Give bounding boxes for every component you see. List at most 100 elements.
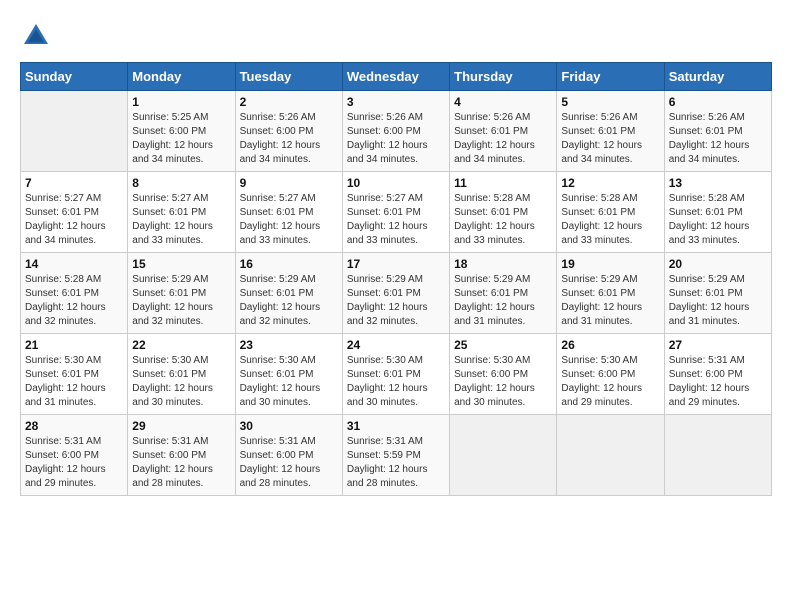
day-number: 7 — [25, 176, 123, 190]
calendar-cell: 27 Sunrise: 5:31 AM Sunset: 6:00 PM Dayli… — [664, 334, 771, 415]
day-info: Sunrise: 5:26 AM Sunset: 6:00 PM Dayligh… — [347, 111, 445, 167]
day-info: Sunrise: 5:29 AM Sunset: 6:01 PM Dayligh… — [347, 273, 445, 329]
calendar-cell: 5 Sunrise: 5:26 AM Sunset: 6:01 PM Daylig… — [557, 91, 664, 172]
day-number: 1 — [132, 95, 230, 109]
calendar-body: 1 Sunrise: 5:25 AM Sunset: 6:00 PM Daylig… — [21, 91, 772, 496]
day-number: 6 — [669, 95, 767, 109]
day-info: Sunrise: 5:30 AM Sunset: 6:00 PM Dayligh… — [454, 354, 552, 410]
day-info: Sunrise: 5:30 AM Sunset: 6:01 PM Dayligh… — [25, 354, 123, 410]
weekday-header: Monday — [128, 63, 235, 91]
calendar-week-row: 28 Sunrise: 5:31 AM Sunset: 6:00 PM Dayli… — [21, 415, 772, 496]
day-number: 10 — [347, 176, 445, 190]
calendar-cell: 31 Sunrise: 5:31 AM Sunset: 5:59 PM Dayli… — [342, 415, 449, 496]
day-number: 24 — [347, 338, 445, 352]
day-info: Sunrise: 5:26 AM Sunset: 6:01 PM Dayligh… — [454, 111, 552, 167]
calendar-cell: 10 Sunrise: 5:27 AM Sunset: 6:01 PM Dayli… — [342, 172, 449, 253]
day-number: 13 — [669, 176, 767, 190]
day-info: Sunrise: 5:30 AM Sunset: 6:00 PM Dayligh… — [561, 354, 659, 410]
calendar-cell: 3 Sunrise: 5:26 AM Sunset: 6:00 PM Daylig… — [342, 91, 449, 172]
calendar-week-row: 14Sunrise: 5:28 AM Sunset: 6:01 PM Dayli… — [21, 253, 772, 334]
day-number: 20 — [669, 257, 767, 271]
day-number: 19 — [561, 257, 659, 271]
calendar-cell: 18Sunrise: 5:29 AM Sunset: 6:01 PM Dayli… — [450, 253, 557, 334]
weekday-header: Wednesday — [342, 63, 449, 91]
weekday-header: Tuesday — [235, 63, 342, 91]
day-info: Sunrise: 5:26 AM Sunset: 6:00 PM Dayligh… — [240, 111, 338, 167]
day-number: 28 — [25, 419, 123, 433]
weekday-header: Thursday — [450, 63, 557, 91]
calendar-cell: 15Sunrise: 5:29 AM Sunset: 6:01 PM Dayli… — [128, 253, 235, 334]
day-info: Sunrise: 5:31 AM Sunset: 6:00 PM Dayligh… — [25, 435, 123, 491]
weekday-header: Sunday — [21, 63, 128, 91]
day-number: 25 — [454, 338, 552, 352]
calendar-cell: 23 Sunrise: 5:30 AM Sunset: 6:01 PM Dayli… — [235, 334, 342, 415]
day-number: 11 — [454, 176, 552, 190]
day-number: 12 — [561, 176, 659, 190]
logo-icon — [20, 20, 52, 52]
weekday-header: Friday — [557, 63, 664, 91]
day-number: 2 — [240, 95, 338, 109]
day-info: Sunrise: 5:31 AM Sunset: 5:59 PM Dayligh… — [347, 435, 445, 491]
calendar-cell: 6Sunrise: 5:26 AM Sunset: 6:01 PM Daylig… — [664, 91, 771, 172]
day-info: Sunrise: 5:29 AM Sunset: 6:01 PM Dayligh… — [669, 273, 767, 329]
day-info: Sunrise: 5:31 AM Sunset: 6:00 PM Dayligh… — [240, 435, 338, 491]
day-number: 4 — [454, 95, 552, 109]
calendar-cell: 11 Sunrise: 5:28 AM Sunset: 6:01 PM Dayli… — [450, 172, 557, 253]
calendar-cell: 30 Sunrise: 5:31 AM Sunset: 6:00 PM Dayli… — [235, 415, 342, 496]
day-info: Sunrise: 5:29 AM Sunset: 6:01 PM Dayligh… — [561, 273, 659, 329]
calendar-cell: 9 Sunrise: 5:27 AM Sunset: 6:01 PM Daylig… — [235, 172, 342, 253]
day-info: Sunrise: 5:27 AM Sunset: 6:01 PM Dayligh… — [347, 192, 445, 248]
day-number: 17 — [347, 257, 445, 271]
day-number: 23 — [240, 338, 338, 352]
day-number: 15 — [132, 257, 230, 271]
calendar-cell: 2 Sunrise: 5:26 AM Sunset: 6:00 PM Daylig… — [235, 91, 342, 172]
day-info: Sunrise: 5:27 AM Sunset: 6:01 PM Dayligh… — [132, 192, 230, 248]
weekday-header-row: SundayMondayTuesdayWednesdayThursdayFrid… — [21, 63, 772, 91]
day-number: 31 — [347, 419, 445, 433]
calendar-cell: 4 Sunrise: 5:26 AM Sunset: 6:01 PM Daylig… — [450, 91, 557, 172]
day-number: 22 — [132, 338, 230, 352]
day-info: Sunrise: 5:28 AM Sunset: 6:01 PM Dayligh… — [669, 192, 767, 248]
day-info: Sunrise: 5:27 AM Sunset: 6:01 PM Dayligh… — [25, 192, 123, 248]
day-info: Sunrise: 5:30 AM Sunset: 6:01 PM Dayligh… — [240, 354, 338, 410]
calendar-cell: 26 Sunrise: 5:30 AM Sunset: 6:00 PM Dayli… — [557, 334, 664, 415]
calendar-cell: 22 Sunrise: 5:30 AM Sunset: 6:01 PM Dayli… — [128, 334, 235, 415]
calendar-cell — [557, 415, 664, 496]
day-number: 30 — [240, 419, 338, 433]
calendar-week-row: 21 Sunrise: 5:30 AM Sunset: 6:01 PM Dayli… — [21, 334, 772, 415]
day-number: 14 — [25, 257, 123, 271]
day-info: Sunrise: 5:28 AM Sunset: 6:01 PM Dayligh… — [454, 192, 552, 248]
logo — [20, 20, 56, 52]
calendar-cell: 1 Sunrise: 5:25 AM Sunset: 6:00 PM Daylig… — [128, 91, 235, 172]
calendar-cell: 25 Sunrise: 5:30 AM Sunset: 6:00 PM Dayli… — [450, 334, 557, 415]
calendar-cell: 12 Sunrise: 5:28 AM Sunset: 6:01 PM Dayli… — [557, 172, 664, 253]
day-info: Sunrise: 5:25 AM Sunset: 6:00 PM Dayligh… — [132, 111, 230, 167]
calendar-week-row: 1 Sunrise: 5:25 AM Sunset: 6:00 PM Daylig… — [21, 91, 772, 172]
day-info: Sunrise: 5:30 AM Sunset: 6:01 PM Dayligh… — [347, 354, 445, 410]
calendar-cell: 8Sunrise: 5:27 AM Sunset: 6:01 PM Daylig… — [128, 172, 235, 253]
calendar-cell: 16Sunrise: 5:29 AM Sunset: 6:01 PM Dayli… — [235, 253, 342, 334]
calendar-cell: 19 Sunrise: 5:29 AM Sunset: 6:01 PM Dayli… — [557, 253, 664, 334]
day-number: 18 — [454, 257, 552, 271]
day-info: Sunrise: 5:29 AM Sunset: 6:01 PM Dayligh… — [240, 273, 338, 329]
day-number: 26 — [561, 338, 659, 352]
day-info: Sunrise: 5:28 AM Sunset: 6:01 PM Dayligh… — [561, 192, 659, 248]
day-number: 27 — [669, 338, 767, 352]
day-number: 21 — [25, 338, 123, 352]
day-number: 9 — [240, 176, 338, 190]
day-number: 3 — [347, 95, 445, 109]
page-header — [20, 20, 772, 52]
calendar-cell — [21, 91, 128, 172]
day-info: Sunrise: 5:26 AM Sunset: 6:01 PM Dayligh… — [561, 111, 659, 167]
calendar-cell — [450, 415, 557, 496]
calendar-cell: 14Sunrise: 5:28 AM Sunset: 6:01 PM Dayli… — [21, 253, 128, 334]
calendar-week-row: 7 Sunrise: 5:27 AM Sunset: 6:01 PM Daylig… — [21, 172, 772, 253]
calendar-cell: 13 Sunrise: 5:28 AM Sunset: 6:01 PM Dayli… — [664, 172, 771, 253]
day-info: Sunrise: 5:27 AM Sunset: 6:01 PM Dayligh… — [240, 192, 338, 248]
day-info: Sunrise: 5:30 AM Sunset: 6:01 PM Dayligh… — [132, 354, 230, 410]
calendar-cell: 21 Sunrise: 5:30 AM Sunset: 6:01 PM Dayli… — [21, 334, 128, 415]
calendar-cell: 20 Sunrise: 5:29 AM Sunset: 6:01 PM Dayli… — [664, 253, 771, 334]
day-number: 5 — [561, 95, 659, 109]
weekday-header: Saturday — [664, 63, 771, 91]
day-info: Sunrise: 5:31 AM Sunset: 6:00 PM Dayligh… — [669, 354, 767, 410]
